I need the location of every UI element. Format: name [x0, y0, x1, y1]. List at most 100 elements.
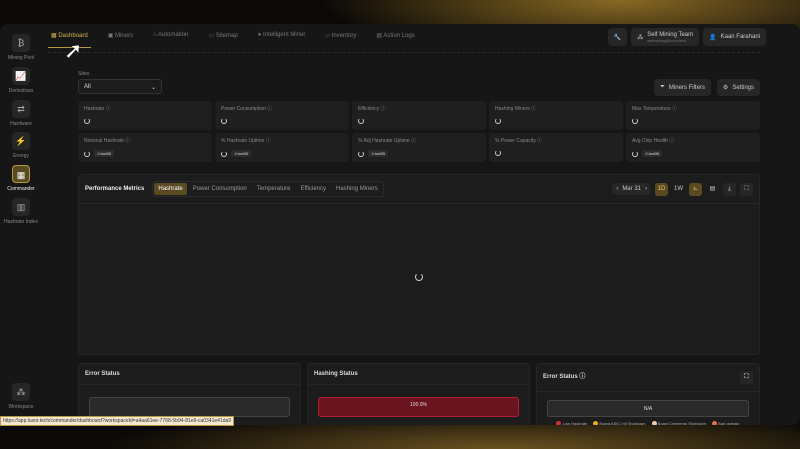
sidebar-item-mining-pool[interactable]: ₿ Mining Pool — [0, 34, 42, 61]
info-icon: ⓘ — [669, 138, 675, 144]
sidebar-label: Energy — [13, 153, 29, 159]
chevron-right-icon[interactable]: › — [645, 186, 647, 192]
date-picker[interactable]: ‹ Mar 31 › — [612, 183, 651, 195]
card-badge: ⚠ton0B — [368, 150, 389, 157]
error-bar — [89, 397, 290, 417]
expand-icon[interactable]: ⛶ — [740, 182, 753, 196]
tab-efficiency[interactable]: Efficiency — [296, 183, 330, 195]
info-icon: ⓘ — [380, 106, 386, 112]
legend-item: Board ASIC Init Shutdown — [593, 421, 646, 425]
filter-icon: ⏷ — [660, 84, 665, 90]
loading-spinner-icon — [415, 273, 423, 281]
legend-swatch — [651, 421, 657, 425]
chevron-left-icon[interactable]: ‹ — [616, 186, 618, 192]
info-icon: ⓘ — [265, 138, 271, 144]
sidebar-item-hardware[interactable]: ⇄ Hardware — [0, 100, 42, 127]
tab-hashing-miners[interactable]: Hashing Miners — [332, 183, 382, 195]
sidebar-item-hashrate-index[interactable]: ▥ Hashrate Index — [0, 198, 42, 225]
tab-label: Automation — [158, 32, 189, 38]
tab-hashrate[interactable]: Hashrate — [154, 183, 187, 195]
metric-card: Nominal Hashrate ⓘ ⚠ton0B — [78, 133, 212, 162]
wrench-icon: 🔧 — [613, 34, 622, 41]
panel-title: Error Status — [543, 374, 578, 380]
tab-label: Miners — [115, 33, 134, 39]
sidebar-item-energy[interactable]: ⚡ Energy — [0, 132, 42, 159]
settings-button[interactable]: ⚙ Settings — [716, 79, 760, 96]
legend-item: Low Hashrate — [556, 421, 587, 425]
info-icon: ⓘ — [579, 374, 586, 380]
lightning-icon: ⚡ — [12, 132, 30, 150]
panel-title: Hashing Status — [308, 364, 529, 385]
info-icon: ⓘ — [105, 106, 111, 112]
loading-spinner-icon — [358, 118, 364, 124]
table-icon[interactable]: ▤ — [706, 183, 719, 196]
error-status-panel-2: Error Status ⓘ ⛶ N/A Low Hashrate Board A… — [536, 363, 760, 425]
tab-miners[interactable]: ▣ Miners — [105, 30, 136, 48]
tab-power-consumption[interactable]: Power Consumption — [189, 183, 251, 195]
bitcoin-icon: ₿ — [12, 34, 30, 52]
user-menu[interactable]: 👤 Kaan Farahani — [703, 28, 766, 46]
loading-spinner-icon — [632, 150, 638, 157]
chart-icon: 📈 — [12, 67, 30, 85]
card-badge: ⚠ton0B — [231, 150, 252, 157]
user-icon: 👤 — [709, 34, 717, 41]
card-badge: ⚠ton0B — [94, 150, 115, 157]
loading-spinner-icon — [358, 150, 364, 157]
loading-spinner-icon — [221, 150, 227, 157]
card-label: Power Consumption — [221, 106, 267, 112]
info-icon: ⓘ — [672, 106, 678, 112]
chevron-down-icon: ⌄ — [150, 85, 156, 91]
sidebar-item-workspace[interactable]: ⁂ Workspace — [0, 383, 42, 410]
button-label: Settings — [732, 84, 754, 91]
tab-action-logs[interactable]: ▤ Action Logs — [373, 30, 417, 48]
legend-swatch — [556, 421, 562, 425]
sidebar-label: Commander — [7, 186, 35, 192]
legend-label: Board ASIC Init Shutdown — [599, 421, 646, 425]
card-label: Hashing Miners — [495, 106, 530, 112]
sites-select[interactable]: All ⌄ — [78, 79, 162, 94]
bar-chart-icon: ▥ — [12, 198, 30, 216]
expand-icon[interactable]: ⛶ — [740, 371, 753, 384]
date-value: Mar 31 — [622, 186, 641, 192]
user-name: Kaan Farahani — [720, 34, 760, 40]
loading-spinner-icon — [495, 118, 501, 124]
line-chart-icon[interactable]: ⊾ — [689, 182, 702, 196]
download-icon[interactable]: ⤓ — [723, 182, 736, 196]
info-icon: ⓘ — [125, 138, 131, 144]
range-1w[interactable]: 1W — [672, 183, 685, 196]
mouse-cursor-icon: ➚ — [64, 38, 83, 63]
tab-automation[interactable]: ⌂ Automation — [150, 30, 191, 48]
metric-card: Hashrate ⓘ — [78, 101, 212, 130]
metric-card: Efficiency ⓘ — [352, 101, 486, 130]
tools-button[interactable]: 🔧 — [607, 28, 628, 46]
range-1d[interactable]: 1D — [655, 182, 668, 196]
sidebar-label: Hardware — [10, 121, 32, 127]
team-switcher[interactable]: ⁂ Self Mining Team selfmining@luxor.tech — [631, 28, 700, 46]
hashing-bar: 100.0% — [318, 397, 519, 417]
info-icon: ⓘ — [531, 106, 537, 112]
legend-label: Bad domain — [718, 421, 740, 425]
loading-spinner-icon — [84, 150, 90, 157]
sidebar-item-commander[interactable]: ▦ Commander — [0, 165, 42, 192]
metric-cards: Hashrate ⓘ Power Consumption ⓘ Efficiency … — [78, 101, 760, 162]
tab-intelligent-miner[interactable]: ● Intelligent Miner — [255, 30, 309, 48]
sidebar-label: Hashrate Index — [4, 219, 38, 225]
team-icon: ⁂ — [637, 34, 644, 41]
legend-swatch — [593, 421, 599, 425]
performance-panel: Performance Metrics Hashrate Power Consu… — [78, 174, 760, 355]
tab-sitemap[interactable]: ▭ Sitemap — [205, 30, 240, 48]
metric-card: % Power Capacity ⓘ — [489, 133, 623, 162]
card-label: Hashrate — [84, 106, 105, 112]
tab-temperature[interactable]: Temperature — [253, 183, 295, 195]
miners-filters-button[interactable]: ⏷ Miners Filters — [654, 79, 711, 96]
loading-spinner-icon — [632, 118, 638, 124]
status-bar-url: https://app.luxor.tech/commander/dashboa… — [0, 416, 235, 426]
sidebar-item-derivatives[interactable]: 📈 Derivatives — [0, 67, 42, 94]
swap-icon: ⇄ — [12, 100, 30, 118]
card-label: Avg Chip Health — [632, 138, 669, 144]
button-label: Miners Filters — [668, 84, 705, 91]
info-icon: ⓘ — [411, 138, 417, 144]
team-email: selfmining@luxor.tech — [647, 37, 687, 43]
tab-inventory[interactable]: ▱ Inventory — [322, 30, 359, 48]
sidebar-label: Workspace — [8, 404, 34, 410]
